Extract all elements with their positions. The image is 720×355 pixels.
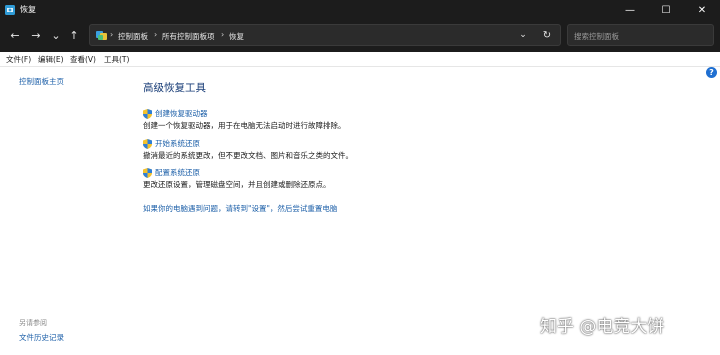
shield-icon xyxy=(143,168,152,178)
forward-arrow-icon: → xyxy=(31,28,41,42)
close-button[interactable]: ✕ xyxy=(684,0,720,20)
maximize-icon: ☐ xyxy=(661,4,671,16)
breadcrumb-separator: › xyxy=(110,30,114,39)
forward-button[interactable]: → xyxy=(29,28,43,42)
breadcrumb-separator: › xyxy=(221,30,225,39)
file-history-link[interactable]: 文件历史记录 xyxy=(19,332,64,343)
up-arrow-icon: ↑ xyxy=(69,28,79,42)
search-input[interactable]: 搜索控制面板 xyxy=(567,24,714,46)
breadcrumb-control-panel[interactable]: 控制面板 xyxy=(118,31,148,42)
create-recovery-drive-desc: 创建一个恢复驱动器，用于在电脑无法启动时进行故障排除。 xyxy=(143,121,346,130)
help-glyph: ? xyxy=(709,68,714,77)
menu-tools[interactable]: 工具(T) xyxy=(104,54,129,65)
open-system-restore-link[interactable]: 开始系统还原 xyxy=(155,138,200,149)
refresh-button[interactable]: ↻ xyxy=(540,28,554,42)
control-panel-home-link[interactable]: 控制面板主页 xyxy=(19,76,64,87)
page-title: 高级恢复工具 xyxy=(143,82,206,94)
chevron-down-icon: ⌄ xyxy=(51,28,61,42)
menu-file[interactable]: 文件(F) xyxy=(6,54,31,65)
breadcrumb-separator: › xyxy=(154,30,158,39)
maximize-button[interactable]: ☐ xyxy=(648,0,684,20)
help-icon[interactable]: ? xyxy=(706,67,717,78)
chevron-down-icon: ⌄ xyxy=(519,30,527,40)
reset-pc-link[interactable]: 如果你的电脑遇到问题，请转到"设置"，然后尝试重置电脑 xyxy=(143,203,337,214)
watermark: 知乎 @电竞大饼 xyxy=(540,317,665,337)
window-title: 恢复 xyxy=(20,5,36,14)
address-dropdown-button[interactable]: ⌄ xyxy=(516,28,530,42)
refresh-icon: ↻ xyxy=(542,29,552,41)
breadcrumb-recovery[interactable]: 恢复 xyxy=(229,31,244,42)
create-recovery-drive-link[interactable]: 创建恢复驱动器 xyxy=(155,108,208,119)
shield-icon xyxy=(143,139,152,149)
configure-system-restore-desc: 更改还原设置，管理磁盘空间，并且创建或删除还原点。 xyxy=(143,180,331,189)
menu-edit[interactable]: 编辑(E) xyxy=(38,54,64,65)
search-placeholder: 搜索控制面板 xyxy=(574,32,619,41)
recovery-icon xyxy=(5,5,15,15)
up-button[interactable]: ↑ xyxy=(67,28,81,42)
shield-icon xyxy=(143,109,152,119)
recent-locations-button[interactable]: ⌄ xyxy=(49,28,63,42)
open-system-restore-desc: 撤消最近的系统更改，但不更改文档、图片和音乐之类的文件。 xyxy=(143,151,353,160)
minimize-button[interactable]: — xyxy=(612,0,648,20)
configure-system-restore-link[interactable]: 配置系统还原 xyxy=(155,167,200,178)
menu-bar: 文件(F) 编辑(E) 查看(V) 工具(T) xyxy=(0,52,720,67)
breadcrumb-all-items[interactable]: 所有控制面板项 xyxy=(162,31,215,42)
title-bar: 恢复 — ☐ ✕ xyxy=(0,0,720,20)
minimize-icon: — xyxy=(625,4,635,16)
see-also-label: 另请参阅 xyxy=(19,319,47,327)
back-button[interactable]: ← xyxy=(8,28,22,42)
address-bar[interactable]: › 控制面板 › 所有控制面板项 › 恢复 xyxy=(89,24,561,46)
back-arrow-icon: ← xyxy=(10,28,20,42)
control-panel-icon xyxy=(96,31,107,40)
close-icon: ✕ xyxy=(697,4,707,16)
menu-view[interactable]: 查看(V) xyxy=(70,54,96,65)
